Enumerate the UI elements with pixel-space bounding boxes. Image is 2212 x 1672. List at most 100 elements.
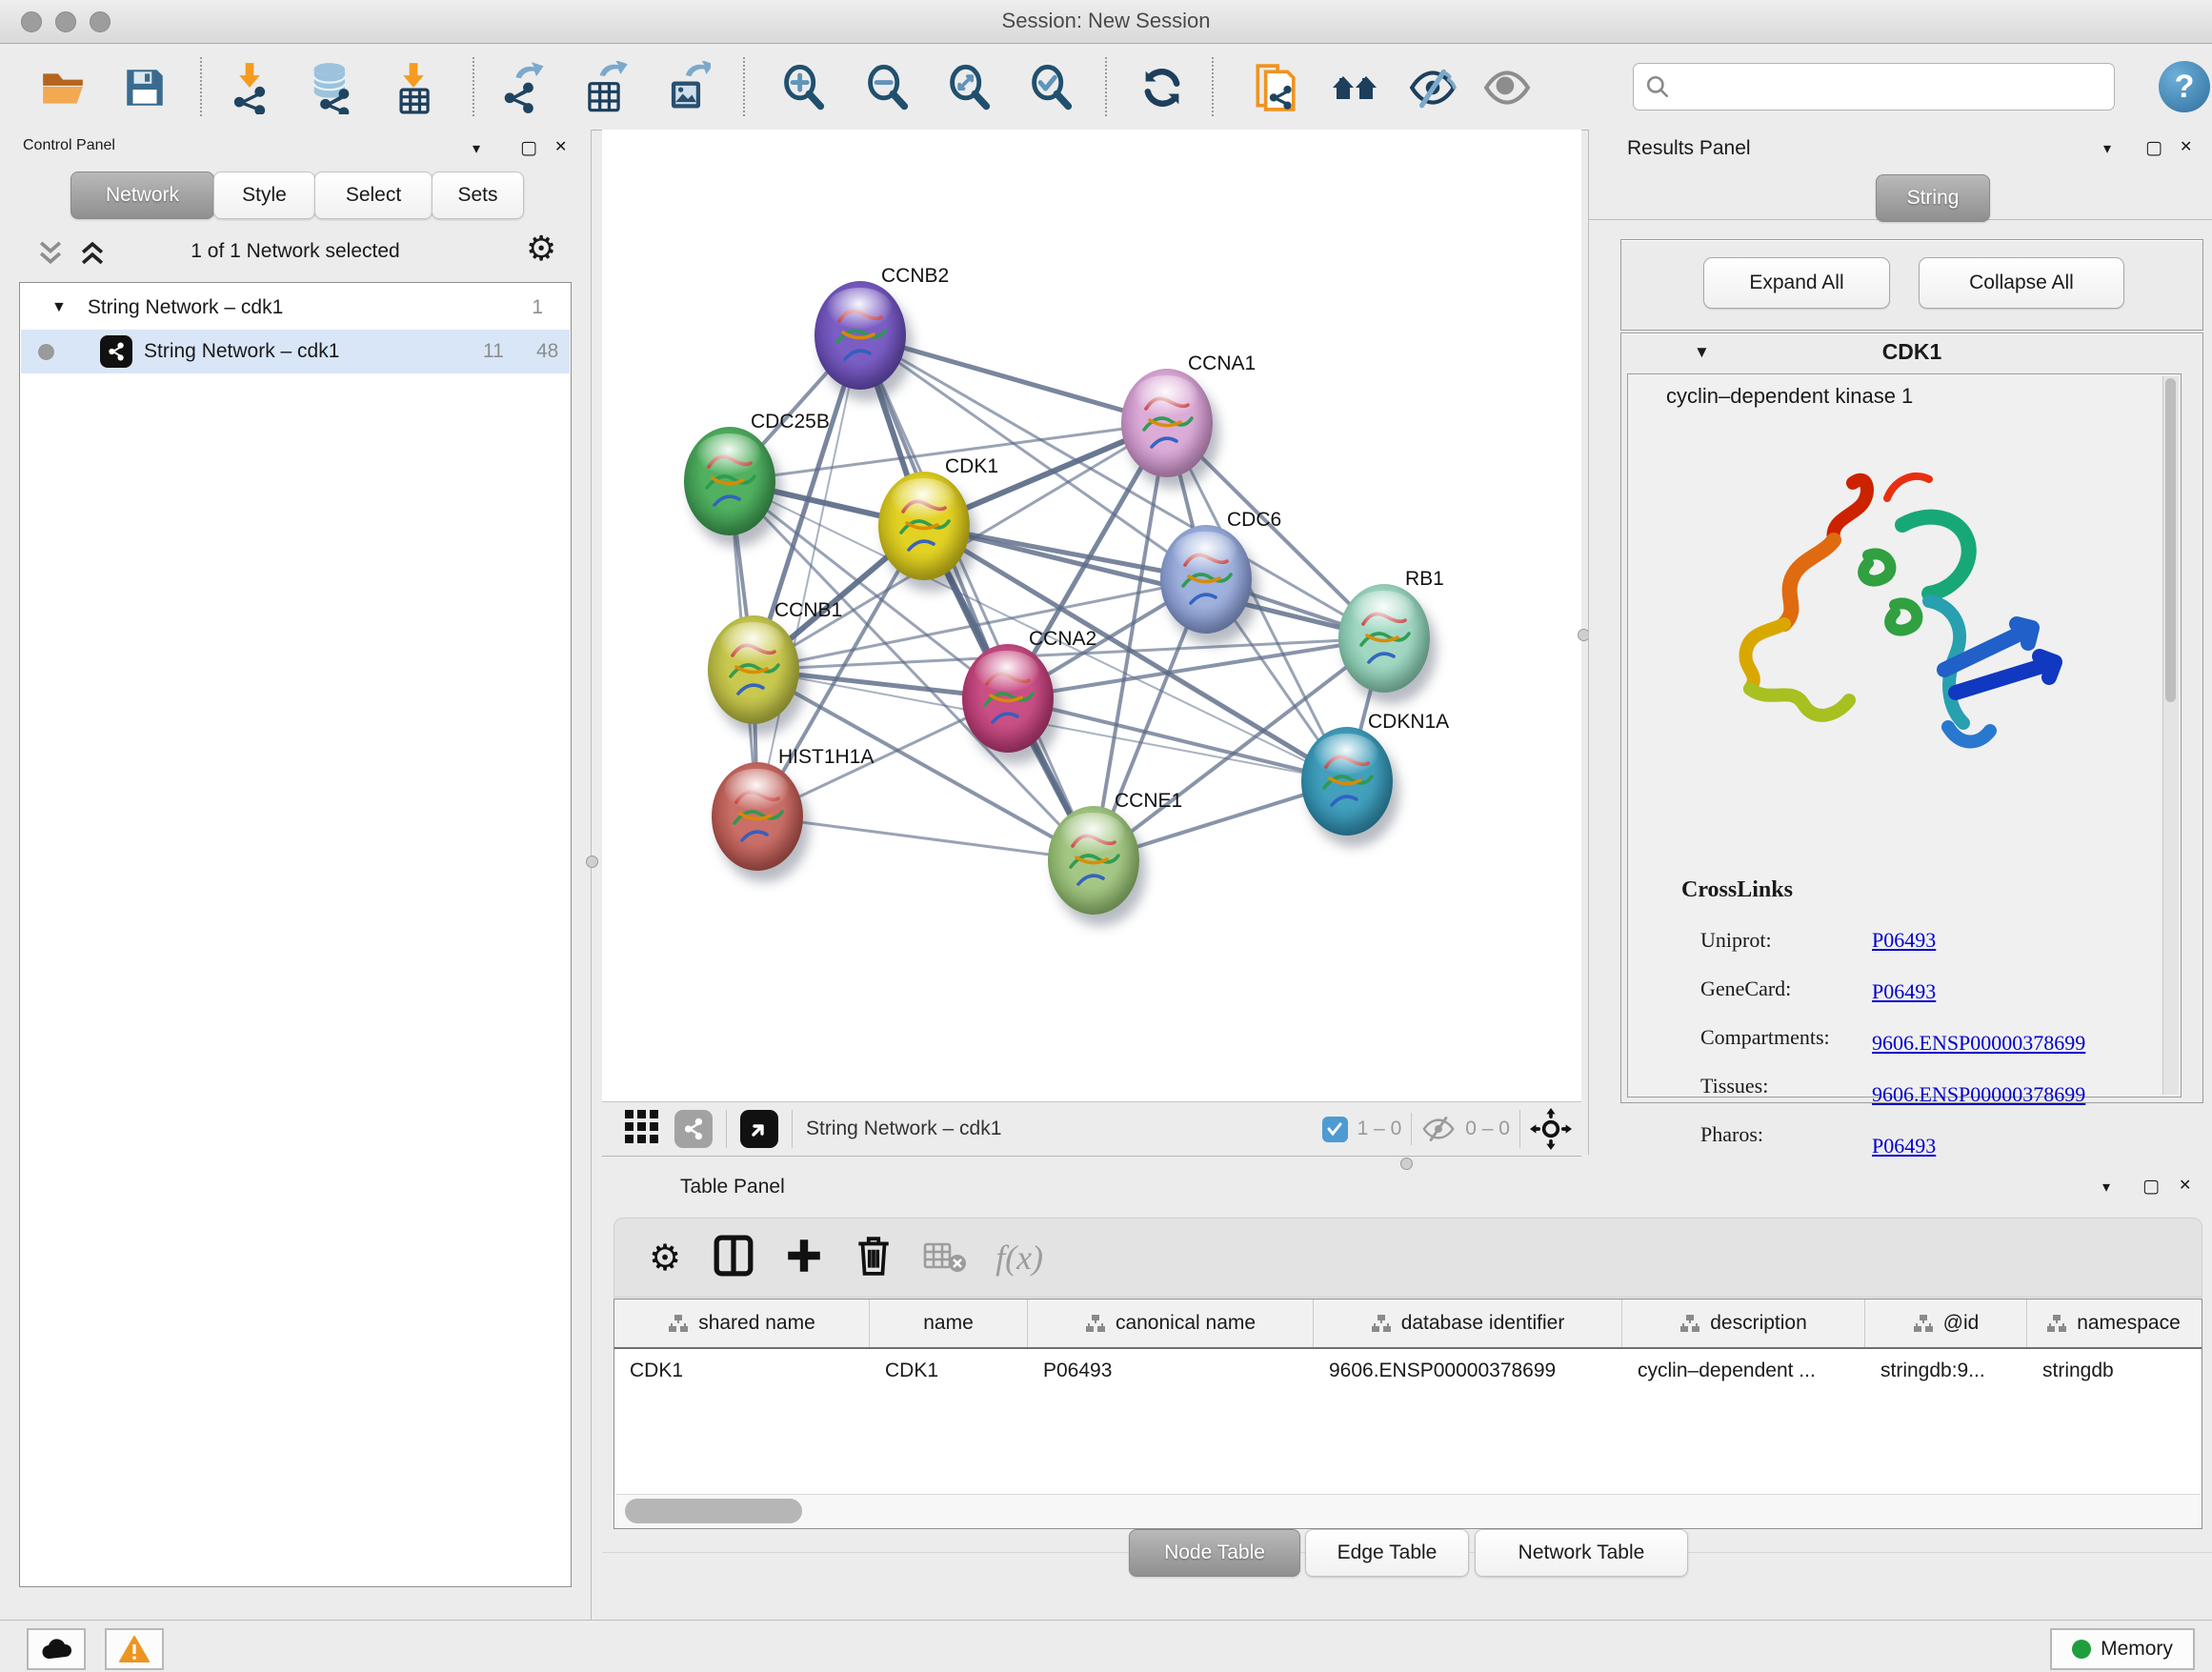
network-node[interactable] [684, 427, 775, 535]
import-table-icon[interactable] [389, 63, 438, 112]
results-scrollbar[interactable] [2162, 376, 2179, 1095]
crosslink-tissues[interactable]: 9606.ENSP00000378699 [1872, 1082, 2085, 1106]
tab-sets[interactable]: Sets [432, 171, 524, 219]
network-node[interactable] [1338, 584, 1430, 693]
column-header[interactable]: canonical name [1028, 1299, 1314, 1347]
collapse-all-button[interactable]: Collapse All [1919, 257, 2124, 309]
float-panel-icon[interactable]: ▢ [2142, 1176, 2160, 1198]
network-node[interactable] [1301, 727, 1393, 836]
cell-description[interactable]: cyclin–dependent ... [1622, 1349, 1865, 1393]
network-row[interactable]: String Network – cdk1 11 48 [21, 330, 570, 373]
export-image-icon[interactable] [661, 63, 711, 112]
network-node-label: CCNA1 [1188, 353, 1256, 375]
grid-view-icon[interactable] [623, 1108, 661, 1151]
export-network-icon[interactable] [497, 63, 547, 112]
search-input[interactable] [1679, 75, 2102, 99]
network-node[interactable] [814, 281, 906, 390]
network-options-gear-icon[interactable]: ⚙ [526, 229, 556, 269]
column-type-icon [2046, 1314, 2067, 1333]
network-node[interactable] [1048, 806, 1139, 915]
network-view-icon[interactable] [674, 1110, 713, 1148]
close-panel-icon[interactable]: ✕ [2180, 137, 2192, 156]
crosslink-compartments[interactable]: 9606.ENSP00000378699 [1872, 1031, 2085, 1055]
tab-network[interactable]: Network [70, 171, 214, 219]
network-node-label: CDC25B [751, 411, 830, 433]
expand-all-button[interactable]: Expand All [1703, 257, 1890, 309]
import-network-icon[interactable] [225, 63, 274, 112]
delete-icon[interactable] [855, 1235, 893, 1281]
open-session-icon[interactable] [38, 63, 88, 112]
left-splitter-handle[interactable] [586, 856, 598, 868]
column-header[interactable]: database identifier [1314, 1299, 1622, 1347]
column-header[interactable]: name [870, 1299, 1028, 1347]
float-panel-icon[interactable]: ▢ [520, 137, 537, 159]
search-field[interactable] [1633, 63, 2115, 111]
crosslink-genecard[interactable]: P06493 [1872, 979, 1936, 1003]
cell-namespace[interactable]: stringdb [2027, 1349, 2200, 1393]
node-gloss [696, 433, 760, 474]
network-node[interactable] [708, 615, 799, 724]
fit-content-crosshair-icon[interactable] [1530, 1108, 1572, 1150]
collection-caret-icon[interactable]: ▼ [51, 299, 67, 316]
show-details-icon[interactable] [1482, 63, 1532, 112]
tab-string[interactable]: String [1876, 174, 1990, 222]
cell-name[interactable]: CDK1 [870, 1349, 1028, 1393]
tab-select[interactable]: Select [314, 171, 432, 219]
tab-node-table[interactable]: Node Table [1129, 1529, 1300, 1577]
close-panel-icon[interactable]: ✕ [554, 137, 567, 156]
crosslink-uniprot[interactable]: P06493 [1872, 928, 1936, 952]
table-horizontal-scrollbar[interactable] [615, 1494, 2201, 1527]
results-scrollbar-thumb[interactable] [2165, 378, 2176, 702]
scrollbar-thumb[interactable] [625, 1499, 802, 1523]
column-header[interactable]: namespace [2027, 1299, 2200, 1347]
export-table-icon[interactable] [579, 63, 629, 112]
birdseye-view-icon[interactable] [740, 1110, 778, 1148]
column-header[interactable]: description [1622, 1299, 1865, 1347]
network-canvas[interactable]: CCNB2CCNA1CDC25BCDK1CDC6RB1CCNB1CCNA2CDK… [602, 130, 1581, 1101]
tab-edge-table[interactable]: Edge Table [1305, 1529, 1469, 1577]
float-panel-icon[interactable]: ▢ [2145, 137, 2162, 159]
network-node[interactable] [1121, 369, 1213, 477]
network-node[interactable] [1160, 525, 1252, 634]
memory-button[interactable]: Memory [2050, 1628, 2195, 1670]
zoom-in-icon[interactable] [779, 63, 829, 112]
tab-style[interactable]: Style [213, 171, 315, 219]
function-icon[interactable]: f(x) [995, 1238, 1043, 1278]
warning-status-button[interactable] [105, 1628, 164, 1670]
table-row[interactable]: CDK1 CDK1 P06493 9606.ENSP00000378699 cy… [614, 1349, 2202, 1393]
column-header[interactable]: @id [1865, 1299, 2027, 1347]
column-header[interactable]: shared name [614, 1299, 870, 1347]
panel-menu-icon[interactable]: ▾ [473, 139, 480, 158]
zoom-fit-icon[interactable] [945, 63, 995, 112]
selected-checkbox-icon[interactable] [1322, 1117, 1348, 1142]
zoom-selected-icon[interactable] [1027, 63, 1076, 112]
add-column-icon[interactable] [784, 1236, 824, 1280]
clipboard-share-icon[interactable] [1250, 63, 1299, 112]
cell-canonical-name[interactable]: P06493 [1028, 1349, 1314, 1393]
save-session-icon[interactable] [120, 63, 170, 112]
crosslink-pharos[interactable]: P06493 [1872, 1134, 1936, 1158]
gear-icon[interactable]: ⚙ [649, 1237, 681, 1279]
split-columns-icon[interactable] [714, 1235, 754, 1281]
refresh-icon[interactable] [1137, 63, 1187, 112]
network-node[interactable] [878, 472, 970, 580]
network-icon [100, 335, 132, 368]
cloud-status-button[interactable] [27, 1628, 86, 1670]
network-node[interactable] [962, 644, 1054, 753]
delete-table-icon[interactable] [923, 1239, 967, 1278]
cell-id[interactable]: stringdb:9... [1865, 1349, 2027, 1393]
cell-shared-name[interactable]: CDK1 [614, 1349, 870, 1393]
network-overview-icon[interactable] [1330, 63, 1379, 112]
network-collection-row[interactable]: ▼ String Network – cdk1 1 [21, 286, 570, 330]
close-panel-icon[interactable]: ✕ [2179, 1176, 2191, 1195]
hide-details-icon[interactable] [1408, 63, 1458, 112]
cell-database-identifier[interactable]: 9606.ENSP00000378699 [1314, 1349, 1622, 1393]
panel-menu-icon[interactable]: ▾ [2102, 1178, 2110, 1197]
panel-menu-icon[interactable]: ▾ [2103, 139, 2111, 158]
bottom-splitter-handle[interactable] [1400, 1158, 1413, 1170]
tab-network-table[interactable]: Network Table [1475, 1529, 1688, 1577]
import-database-icon[interactable] [307, 63, 356, 112]
network-node[interactable] [712, 762, 803, 871]
zoom-out-icon[interactable] [863, 63, 913, 112]
help-icon[interactable]: ? [2159, 61, 2210, 112]
